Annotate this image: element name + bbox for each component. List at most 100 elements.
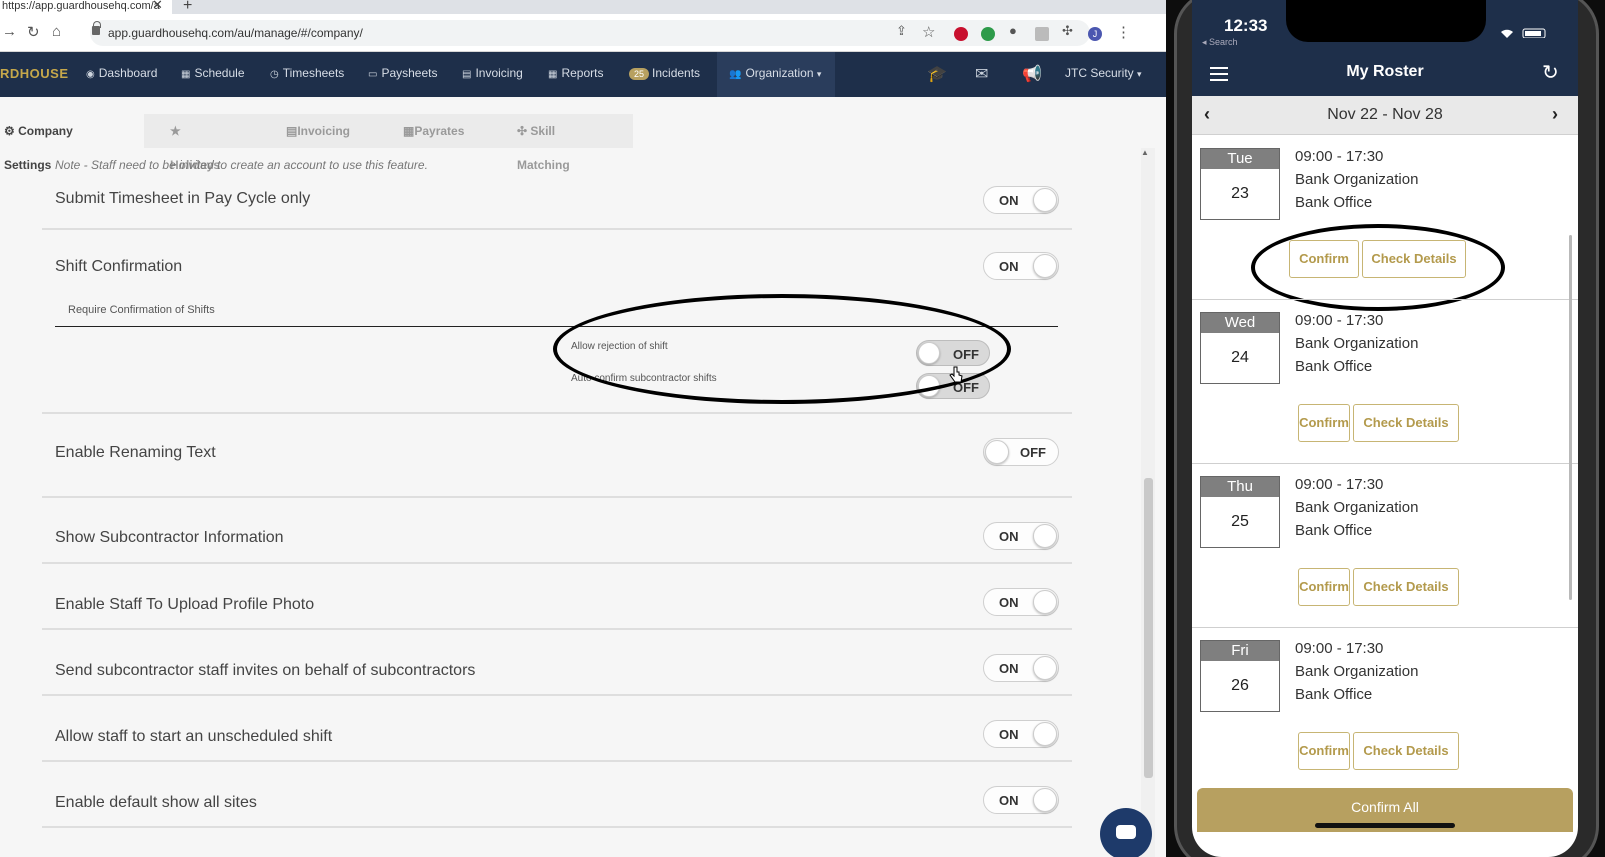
section-underline [55, 326, 1058, 327]
setting-label: Enable Staff To Upload Profile Photo [55, 596, 315, 613]
scroll-up-icon[interactable]: ▲ [1141, 148, 1149, 157]
nav-organization[interactable]: 👥 Organization ▾ [729, 66, 821, 80]
toggle-unscheduled-shift[interactable]: ON [983, 720, 1059, 748]
day-number: 23 [1231, 185, 1249, 202]
nav-timesheets[interactable]: ◷ Timesheets [270, 66, 344, 80]
roster-scrollbar[interactable] [1569, 235, 1572, 600]
url-text: app.guardhousehq.com/au/manage/#/company… [108, 26, 363, 40]
tab-payrates[interactable]: ▦Payrates [377, 114, 491, 148]
nav-schedule[interactable]: ▦ Schedule [181, 66, 245, 80]
chevron-right-icon[interactable]: › [1552, 104, 1558, 125]
dashboard-icon: ◉ [86, 69, 95, 80]
week-selector: ‹ Nov 22 - Nov 28 › [1192, 96, 1578, 135]
chat-bubble-button[interactable] [1100, 808, 1152, 857]
extension-green-icon[interactable] [981, 27, 995, 41]
roster-day: Fri 26 09:00 - 17:30 Bank Organization B… [1192, 628, 1578, 792]
check-details-button[interactable]: Check Details [1362, 240, 1466, 278]
bulb-icon[interactable]: ● [1009, 23, 1017, 38]
check-details-button[interactable]: Check Details [1353, 568, 1459, 606]
scrollbar-thumb[interactable] [1144, 478, 1153, 778]
roster-day: Tue 23 09:00 - 17:30 Bank Organization B… [1192, 136, 1578, 311]
toggle-submit-timesheet[interactable]: ON [983, 186, 1059, 214]
nav-paysheets[interactable]: ▭ Paysheets [368, 66, 438, 80]
kebab-menu-icon[interactable]: ⋮ [1116, 23, 1131, 41]
url-field[interactable]: app.guardhousehq.com/au/manage/#/company… [90, 20, 1090, 46]
megaphone-icon[interactable]: 📢 [1022, 64, 1042, 84]
nav-invoicing[interactable]: ▤ Invoicing [462, 66, 523, 80]
toggle-allow-rejection[interactable]: OFF [916, 340, 990, 366]
confirm-button[interactable]: Confirm [1289, 240, 1359, 278]
toggle-upload-photo[interactable]: ON [983, 588, 1059, 616]
toggle-state: OFF [953, 347, 979, 362]
row-divider [42, 826, 1072, 828]
row-divider [42, 228, 1072, 230]
graduation-cap-icon[interactable]: 🎓 [927, 64, 947, 84]
tab-title: https://app.guardhousehq.com/a [2, 0, 160, 12]
row-divider [42, 628, 1072, 630]
puzzle-icon: ✣ [517, 124, 531, 138]
require-confirmation-heading: Require Confirmation of Shifts [68, 304, 215, 316]
setting-label: Allow staff to start an unscheduled shif… [55, 728, 333, 745]
home-icon[interactable]: ⌂ [52, 23, 61, 40]
new-tab-icon[interactable]: + [183, 0, 192, 15]
toggle-show-subcontractor[interactable]: ON [983, 522, 1059, 550]
day-number: 26 [1231, 677, 1249, 694]
day-number: 24 [1231, 349, 1249, 366]
row-divider [42, 496, 1072, 498]
confirm-button[interactable]: Confirm [1298, 732, 1350, 770]
app-title: My Roster [1346, 63, 1424, 80]
nav-dashboard[interactable]: ◉ Dashboard [86, 66, 157, 80]
refresh-icon[interactable]: ↻ [1542, 60, 1559, 85]
nav-incidents[interactable]: 25 Incidents [629, 66, 700, 80]
toggle-enable-renaming[interactable]: OFF [983, 438, 1059, 466]
tab-invoicing[interactable]: ▤Invoicing [260, 114, 377, 148]
reload-icon[interactable]: ↻ [27, 23, 40, 41]
auto-confirm-label: Auto confirm subcontractor shifts [571, 373, 717, 384]
account-name: JTC Security [1065, 66, 1134, 80]
puzzle-icon[interactable]: ✣ [1062, 23, 1073, 39]
tab-label: Payrates [414, 124, 465, 138]
nav-label: Paysheets [381, 66, 438, 80]
profile-avatar[interactable]: J [1088, 27, 1102, 41]
setting-label: Show Subcontractor Information [55, 529, 284, 546]
check-details-button[interactable]: Check Details [1353, 404, 1459, 442]
account-menu[interactable]: JTC Security ▾ [1065, 66, 1142, 80]
confirm-button[interactable]: Confirm [1298, 568, 1350, 606]
back-to-search[interactable]: ◂ Search [1202, 37, 1238, 48]
date-box: Thu 25 [1200, 476, 1280, 548]
envelope-icon[interactable]: ✉ [975, 64, 988, 84]
day-name: Wed [1201, 313, 1279, 333]
tab-company-settings[interactable]: ⚙ Company Settings [0, 114, 144, 172]
lock-icon[interactable] [92, 21, 101, 35]
brand-logo[interactable]: RDHOUSE [0, 66, 69, 81]
toggle-knob [1033, 722, 1057, 746]
setting-label: Enable Renaming Text [55, 444, 216, 461]
star-icon: ★ [170, 124, 181, 138]
extension-grey-icon[interactable] [1035, 27, 1049, 41]
nav-label: Organization [745, 66, 814, 80]
toggle-knob [1033, 788, 1057, 812]
settings-tabs: ⚙ Company Settings ★ Holidays ▤Invoicing… [0, 114, 1166, 172]
toggle-send-invites[interactable]: ON [983, 654, 1059, 682]
toggle-shift-confirmation[interactable]: ON [983, 252, 1059, 280]
shift-time: 09:00 - 17:30 [1295, 312, 1384, 329]
toggle-state: ON [999, 529, 1019, 544]
check-details-button[interactable]: Check Details [1353, 732, 1459, 770]
tab-skill-matching[interactable]: ✣ Skill Matching [491, 114, 633, 172]
phone-notch [1286, 0, 1486, 42]
extension-red-icon[interactable] [954, 27, 968, 41]
browser-tab[interactable]: https://app.guardhousehq.com/a ✕ [0, 0, 172, 14]
toggle-knob [1033, 524, 1057, 548]
confirm-button[interactable]: Confirm [1298, 404, 1350, 442]
page-scrollbar[interactable]: ▲ [1141, 148, 1155, 857]
tab-close-icon[interactable]: ✕ [152, 0, 163, 11]
shift-time: 09:00 - 17:30 [1295, 476, 1384, 493]
share-icon[interactable]: ⇪ [896, 23, 907, 39]
tab-holidays[interactable]: ★ Holidays [144, 114, 260, 172]
star-icon[interactable]: ☆ [922, 23, 935, 41]
forward-icon[interactable]: → [2, 23, 17, 40]
nav-reports[interactable]: ▦ Reports [548, 66, 603, 80]
date-box: Tue 23 [1200, 148, 1280, 220]
shift-site: Bank Office [1295, 194, 1373, 211]
toggle-show-all-sites[interactable]: ON [983, 786, 1059, 814]
